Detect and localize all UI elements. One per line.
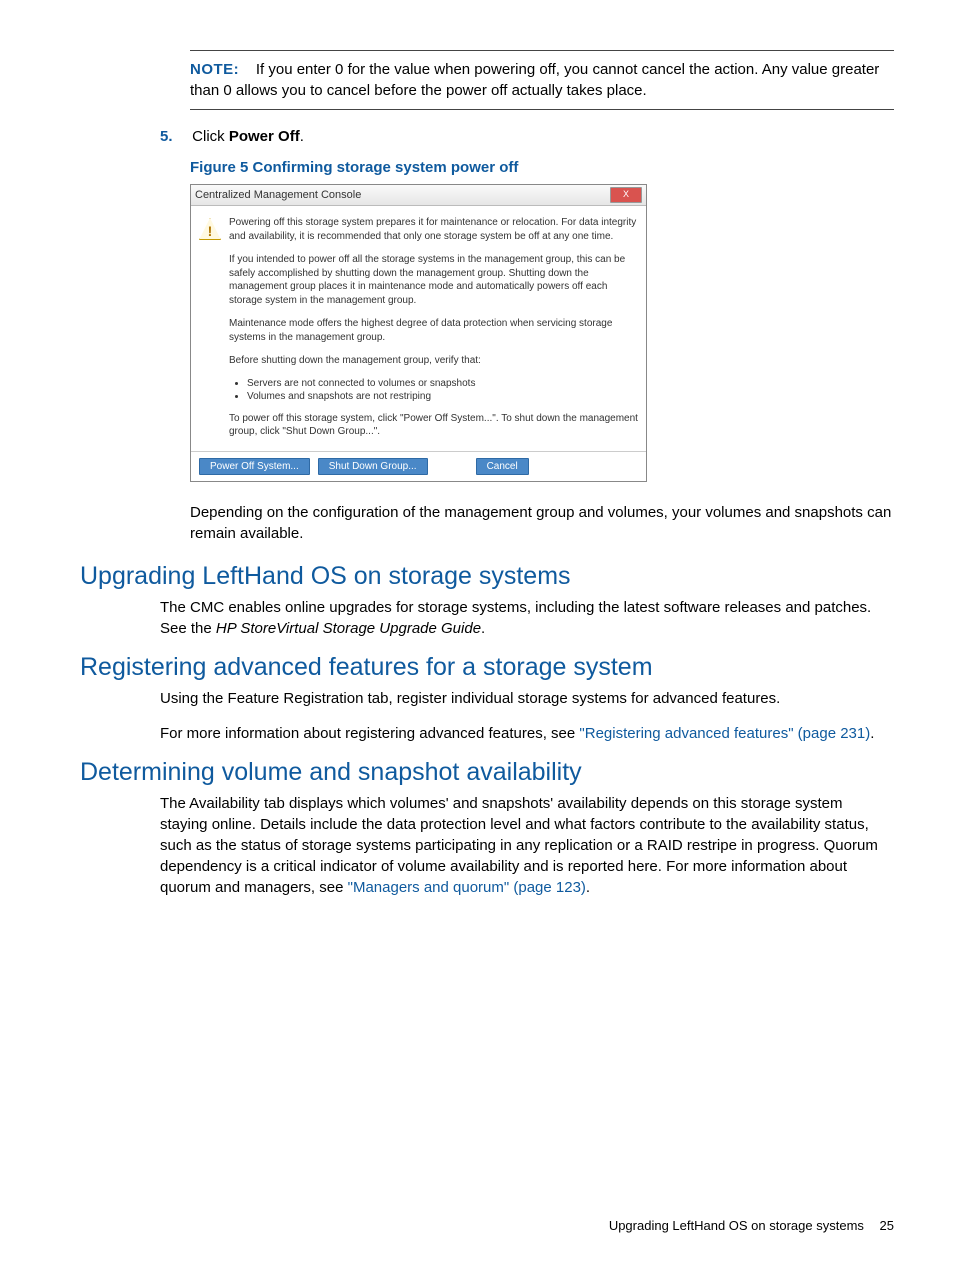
dialog-bullet-1: Servers are not connected to volumes or … xyxy=(247,378,638,389)
after-figure-para: Depending on the configuration of the ma… xyxy=(190,502,894,544)
step-text-pre: Click xyxy=(192,128,229,145)
heading-registering: Registering advanced features for a stor… xyxy=(80,653,894,682)
dialog-body: ! Powering off this storage system prepa… xyxy=(191,206,646,451)
registering-para-1: Using the Feature Registration tab, regi… xyxy=(160,688,894,709)
heading-determining: Determining volume and snapshot availabi… xyxy=(80,758,894,787)
dialog-titlebar: Centralized Management Console X xyxy=(191,185,646,206)
dialog-para-3: Maintenance mode offers the highest degr… xyxy=(229,317,638,344)
close-icon[interactable]: X xyxy=(610,187,642,203)
dialog-para-2: If you intended to power off all the sto… xyxy=(229,253,638,307)
step-text-post: . xyxy=(300,128,304,145)
step-text-bold: Power Off xyxy=(229,128,300,145)
figure-caption: Figure 5 Confirming storage system power… xyxy=(190,159,894,176)
managers-quorum-link[interactable]: "Managers and quorum" (page 123) xyxy=(348,879,586,896)
step-number: 5. xyxy=(160,128,188,145)
dialog-para-4: Before shutting down the management grou… xyxy=(229,354,638,368)
power-off-system-button[interactable]: Power Off System... xyxy=(199,458,310,475)
dialog-para-1: Powering off this storage system prepare… xyxy=(229,216,638,243)
determining-para: The Availability tab displays which volu… xyxy=(160,793,894,898)
dialog-title: Centralized Management Console xyxy=(195,189,610,201)
note-label: NOTE: xyxy=(190,61,239,78)
dialog-bullet-2: Volumes and snapshots are not restriping xyxy=(247,391,638,402)
upgrading-guide-title: HP StoreVirtual Storage Upgrade Guide xyxy=(216,620,481,637)
upgrading-text-b: . xyxy=(481,620,485,637)
note-box: NOTE: If you enter 0 for the value when … xyxy=(190,50,894,110)
document-page: NOTE: If you enter 0 for the value when … xyxy=(0,0,954,1271)
page-number: 25 xyxy=(880,1218,894,1233)
dialog-para-5: To power off this storage system, click … xyxy=(229,412,638,439)
registering-para-2: For more information about registering a… xyxy=(160,723,894,744)
determining-text-b: . xyxy=(586,879,590,896)
cancel-button[interactable]: Cancel xyxy=(476,458,529,475)
shut-down-group-button[interactable]: Shut Down Group... xyxy=(318,458,428,475)
warning-icon: ! xyxy=(199,218,221,240)
step-5: 5. Click Power Off. xyxy=(160,128,894,145)
registering-text-a: For more information about registering a… xyxy=(160,725,579,742)
dialog-window: Centralized Management Console X ! Power… xyxy=(190,184,647,482)
figure-5-dialog: Centralized Management Console X ! Power… xyxy=(190,184,894,482)
footer-text: Upgrading LeftHand OS on storage systems xyxy=(609,1218,864,1233)
registering-text-b: . xyxy=(870,725,874,742)
dialog-text: Powering off this storage system prepare… xyxy=(229,216,638,449)
page-footer: Upgrading LeftHand OS on storage systems… xyxy=(609,1218,894,1233)
upgrading-para: The CMC enables online upgrades for stor… xyxy=(160,597,894,639)
heading-upgrading: Upgrading LeftHand OS on storage systems xyxy=(80,562,894,591)
dialog-bullet-list: Servers are not connected to volumes or … xyxy=(247,378,638,402)
registering-link[interactable]: "Registering advanced features" (page 23… xyxy=(579,725,870,742)
dialog-footer: Power Off System... Shut Down Group... C… xyxy=(191,451,646,481)
note-text: If you enter 0 for the value when poweri… xyxy=(190,61,879,99)
